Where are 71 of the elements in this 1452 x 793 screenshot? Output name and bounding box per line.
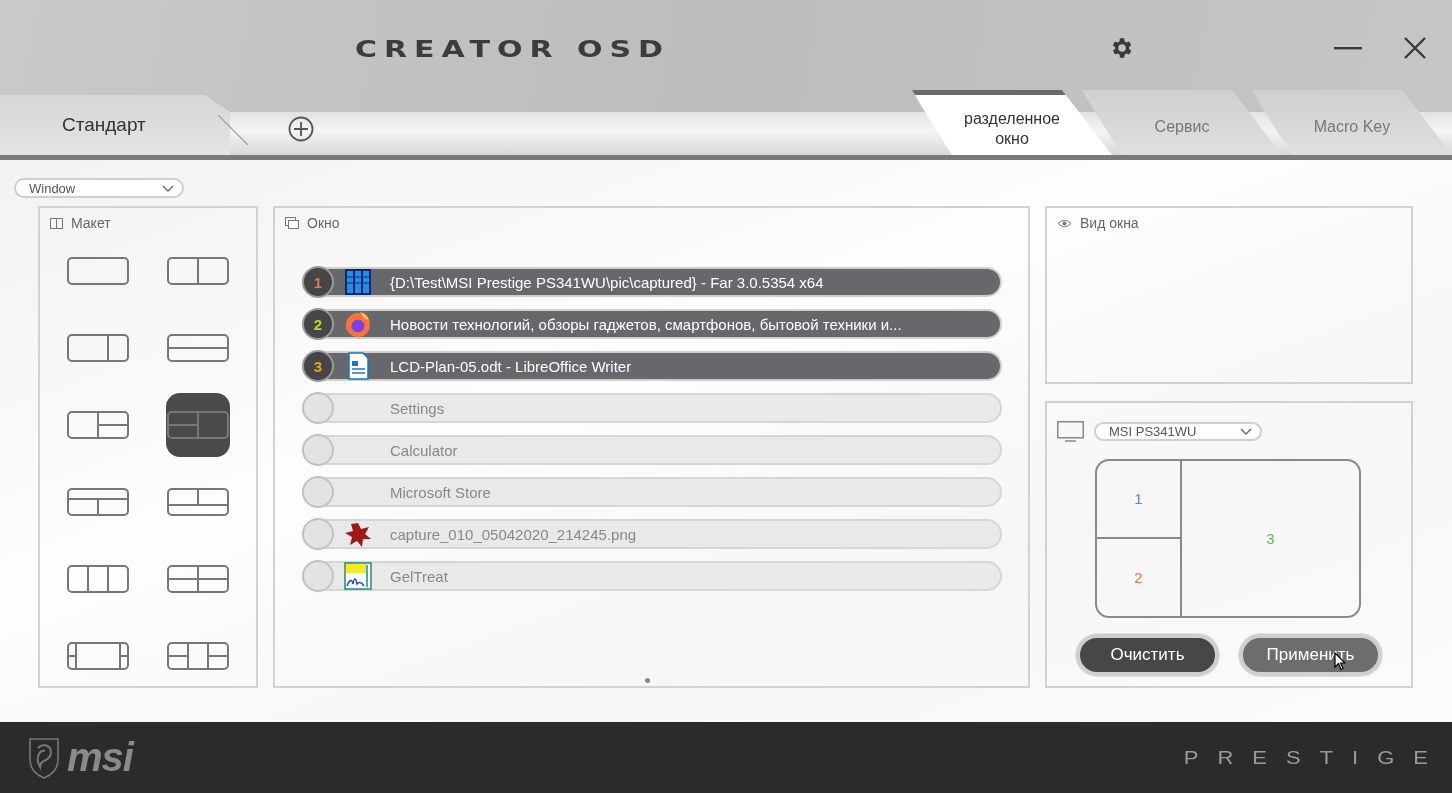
layout-icon [167, 334, 229, 362]
slot-circle [302, 434, 334, 466]
app-title: CREATOR OSD [355, 36, 671, 63]
window-title: Calculator [390, 441, 458, 459]
close-icon[interactable] [1404, 36, 1426, 59]
layout-icon [167, 411, 229, 439]
brand-logo: msi [67, 735, 133, 780]
slot-number: 2 [313, 315, 323, 333]
window-row[interactable]: Calculator [302, 435, 1002, 465]
chevron-down-icon [1240, 428, 1252, 435]
slot-circle [302, 518, 334, 550]
window-row[interactable]: Microsoft Store [302, 477, 1002, 507]
layout-icon [167, 488, 229, 516]
panel-title: Вид окна [1080, 215, 1139, 231]
window-title: Новости технологий, обзоры гаджетов, смартфонов, бытовой техники и... [390, 315, 902, 333]
slot-circle [302, 560, 334, 592]
page-indicator-dot [645, 678, 650, 683]
mode-tab[interactable]: разделенное окно [912, 90, 1112, 155]
window-title: Settings [390, 399, 445, 417]
paint-splat-icon [344, 520, 372, 548]
panel-title: Макет [71, 215, 111, 231]
window-row[interactable]: Settings [302, 393, 1002, 423]
window-title: Microsoft Store [390, 483, 491, 501]
layout-icon [167, 642, 229, 670]
window-title: LCD-Plan-05.odt - LibreOffice Writer [390, 357, 632, 375]
slot-number: 1 [313, 273, 323, 291]
window-title: capture_010_05042020_214245.png [390, 525, 637, 543]
window-row[interactable]: 3 LCD-Plan-05.odt - LibreOffice Writer [302, 351, 1002, 381]
server-racks-icon [344, 268, 372, 296]
slot-circle [302, 476, 334, 508]
monitor-icon [1057, 421, 1084, 442]
clear-button[interactable]: Очистить [1076, 634, 1219, 676]
window-title: GelTreat [390, 567, 448, 585]
layout-zone[interactable]: 3 [1182, 461, 1359, 616]
series-logo: PRESTIGE [1183, 747, 1447, 768]
windows-icon [285, 217, 299, 229]
layout-option[interactable] [166, 393, 230, 457]
window-row[interactable]: capture_010_05042020_214245.png [302, 519, 1002, 549]
source-dropdown[interactable]: Window [14, 178, 184, 198]
layout-zone[interactable]: 1 [1097, 461, 1182, 539]
profile-tab[interactable]: Стандарт [0, 95, 230, 155]
apply-button[interactable]: Применить [1239, 634, 1382, 676]
zone-number: 3 [1266, 530, 1275, 547]
window-row[interactable]: 2 Новости технологий, обзоры гаджетов, смартфонов, бытовой техники и... [302, 309, 1002, 339]
slot-number: 3 [313, 357, 323, 375]
zone-number: 1 [1134, 490, 1143, 508]
layout-icon [67, 334, 129, 362]
layout-icon [67, 488, 129, 516]
layout-zone[interactable]: 2 [1097, 538, 1182, 616]
layout-icon [167, 257, 229, 285]
mode-tab[interactable]: Сервис [1082, 90, 1282, 155]
minimize-icon[interactable] [1334, 45, 1362, 50]
zone-number: 2 [1134, 568, 1143, 586]
window-row[interactable]: GelTreat [302, 561, 1002, 591]
chevron-down-icon [162, 184, 174, 192]
layout-icon [67, 565, 129, 593]
layout-icon [167, 565, 229, 593]
window-row[interactable]: 1 {D:\Test\MSI Prestige PS341WU\pic\captured} - Far 3.0.5354 x64 [302, 267, 1002, 297]
chart-window-icon [344, 562, 372, 590]
mode-tab[interactable]: Macro Key [1252, 90, 1452, 155]
slot-circle [302, 392, 334, 424]
add-icon[interactable] [288, 116, 314, 142]
window-title: {D:\Test\MSI Prestige PS341WU\pic\captured} - Far 3.0.5354 x64 [390, 273, 824, 291]
layout-icon [67, 257, 129, 285]
layout-icon [67, 411, 129, 439]
diagonal-separator [218, 115, 248, 145]
panel-title: Окно [307, 215, 340, 231]
layout-icon [67, 642, 129, 670]
monitor-dropdown[interactable]: MSI PS341WU [1094, 422, 1262, 441]
layout-icon [50, 217, 63, 229]
fox-globe-icon [344, 310, 372, 338]
